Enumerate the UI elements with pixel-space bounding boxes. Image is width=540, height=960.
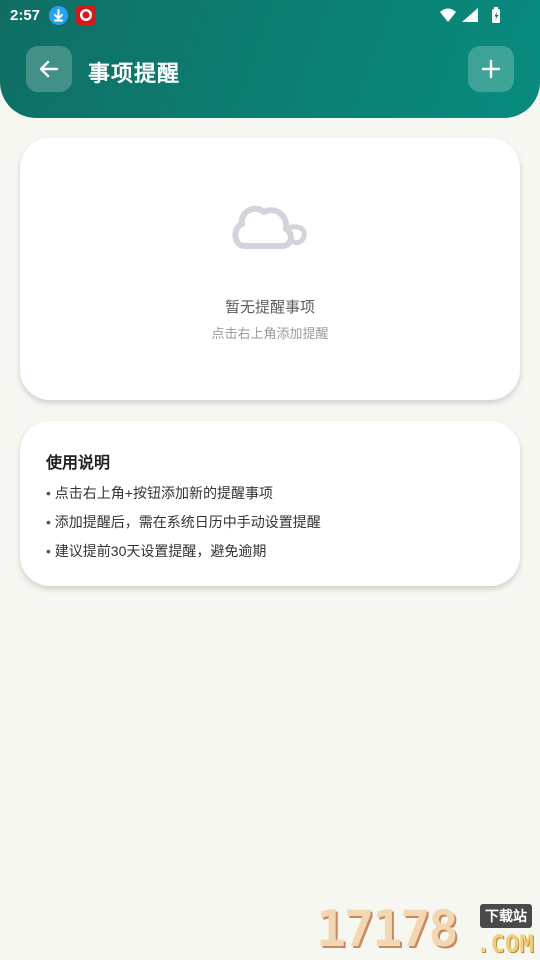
plus-icon: [481, 59, 501, 79]
instruction-item: 点击右上角+按钮添加新的提醒事项: [46, 483, 321, 512]
page-title: 事项提醒: [88, 61, 181, 86]
back-button[interactable]: [26, 46, 72, 92]
empty-state-subtitle: 点击右上角添加提醒: [211, 326, 329, 341]
status-right-group: [438, 6, 506, 30]
empty-state-title: 暂无提醒事项: [224, 299, 315, 316]
battery-icon: [492, 7, 500, 23]
download-icon: [49, 6, 68, 25]
watermark-logo: 17178 下载站 .COM: [316, 900, 540, 960]
watermark-tag: 下载站: [480, 904, 532, 928]
signal-icon: [462, 8, 478, 22]
app-notification-icon: [76, 5, 96, 25]
watermark-number: 17178: [316, 900, 459, 958]
status-time: 2:57: [10, 7, 41, 24]
arrow-left-icon: [39, 60, 59, 78]
instruction-item: 添加提醒后，需在系统日历中手动设置提醒: [46, 512, 321, 541]
instruction-item: 建议提前30天设置提醒，避免逾期: [46, 541, 321, 570]
instructions-card: 使用说明 点击右上角+按钮添加新的提醒事项 添加提醒后，需在系统日历中手动设置提…: [20, 421, 520, 586]
cloud-icon: [232, 205, 307, 249]
instructions-title: 使用说明: [46, 455, 111, 472]
instructions-list: 点击右上角+按钮添加新的提醒事项 添加提醒后，需在系统日历中手动设置提醒 建议提…: [46, 483, 321, 570]
wifi-icon: [440, 8, 456, 22]
add-reminder-button[interactable]: [468, 46, 514, 92]
status-bar: 2:57: [0, 0, 540, 32]
watermark-domain: .COM: [476, 930, 534, 958]
empty-state-card: 暂无提醒事项 点击右上角添加提醒: [20, 138, 520, 400]
